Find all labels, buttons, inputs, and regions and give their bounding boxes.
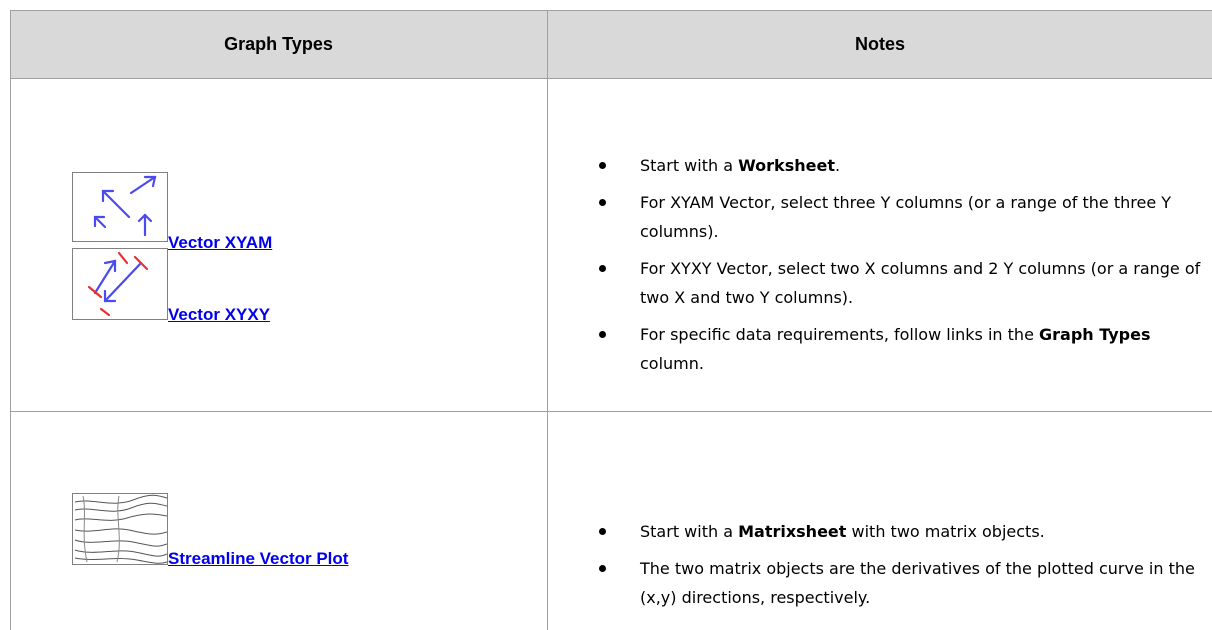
- vector-xyam-link[interactable]: Vector XYAM: [168, 233, 272, 253]
- table-border-left: [10, 10, 11, 630]
- vector-xyam-icon[interactable]: [72, 172, 168, 242]
- vector-xyxy-icon[interactable]: [72, 248, 168, 320]
- vector-xyxy-link[interactable]: Vector XYXY: [168, 305, 270, 325]
- header-graph-types: Graph Types: [224, 33, 333, 54]
- streamline-vector-plot-link[interactable]: Streamline Vector Plot: [168, 549, 348, 569]
- row-divider: [10, 411, 1212, 412]
- list-item: For XYAM Vector, select three Y columns …: [594, 188, 1204, 246]
- notes-list-vector: Start with a Worksheet. For XYAM Vector,…: [594, 151, 1204, 378]
- column-divider: [547, 10, 548, 630]
- list-item: For XYXY Vector, select two X columns an…: [594, 254, 1204, 312]
- graph-types-table: Graph Types Notes Vector XYAM Vector XYX…: [0, 0, 1212, 630]
- worksheet-term: Worksheet: [738, 156, 835, 175]
- header-divider: [10, 78, 1212, 79]
- streamline-icon[interactable]: [72, 493, 168, 565]
- list-item: The two matrix objects are the derivativ…: [594, 554, 1204, 612]
- graph-types-term: Graph Types: [1039, 325, 1151, 344]
- list-item: For specific data requirements, follow l…: [594, 320, 1204, 378]
- matrixsheet-term: Matrixsheet: [738, 522, 847, 541]
- header-notes: Notes: [854, 33, 905, 54]
- list-item: Start with a Worksheet.: [594, 151, 1204, 180]
- list-item: Start with a Matrixsheet with two matrix…: [594, 517, 1204, 546]
- notes-list-streamline: Start with a Matrixsheet with two matrix…: [594, 517, 1204, 612]
